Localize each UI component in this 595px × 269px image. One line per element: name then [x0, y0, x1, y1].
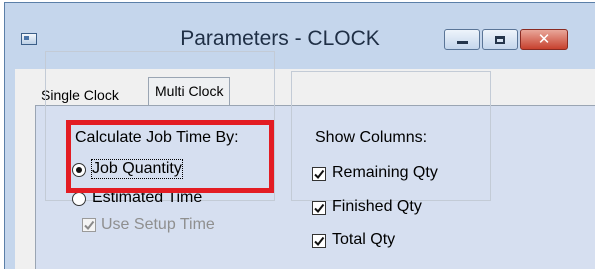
radio-selected-dot [76, 167, 82, 173]
finished-qty-checkbox[interactable] [312, 201, 326, 215]
estimated-time-label[interactable]: Estimated Time [92, 189, 202, 207]
close-icon: ✕ [537, 30, 551, 48]
maximize-icon [495, 35, 505, 44]
checkmark-icon [314, 203, 325, 214]
app-window-icon [21, 33, 37, 45]
job-quantity-radio[interactable] [72, 163, 86, 177]
remaining-qty-label[interactable]: Remaining Qty [332, 164, 438, 182]
checkmark-icon [314, 169, 325, 180]
maximize-button[interactable] [482, 29, 518, 50]
checkmark-icon [314, 236, 325, 247]
window-title: Parameters - CLOCK [180, 27, 380, 50]
minimize-icon [456, 41, 468, 44]
total-qty-checkbox[interactable] [312, 234, 326, 248]
show-columns-heading: Show Columns: [315, 129, 428, 146]
calculate-job-time-group [45, 51, 275, 201]
use-setup-time-label[interactable]: Use Setup Time [101, 216, 261, 234]
use-setup-time-checkbox[interactable] [82, 218, 96, 232]
calculate-job-time-heading: Calculate Job Time By: [75, 129, 239, 146]
estimated-time-radio[interactable] [72, 192, 86, 206]
parameters-window: Parameters - CLOCK ✕ Single Clock Multi … [4, 2, 595, 269]
remaining-qty-checkbox[interactable] [312, 167, 326, 181]
minimize-button[interactable] [444, 29, 480, 50]
close-button[interactable]: ✕ [520, 29, 568, 50]
finished-qty-label[interactable]: Finished Qty [332, 198, 422, 216]
job-quantity-label[interactable]: Job Quantity [91, 159, 183, 179]
total-qty-label[interactable]: Total Qty [332, 231, 395, 249]
checkmark-icon [84, 220, 95, 231]
